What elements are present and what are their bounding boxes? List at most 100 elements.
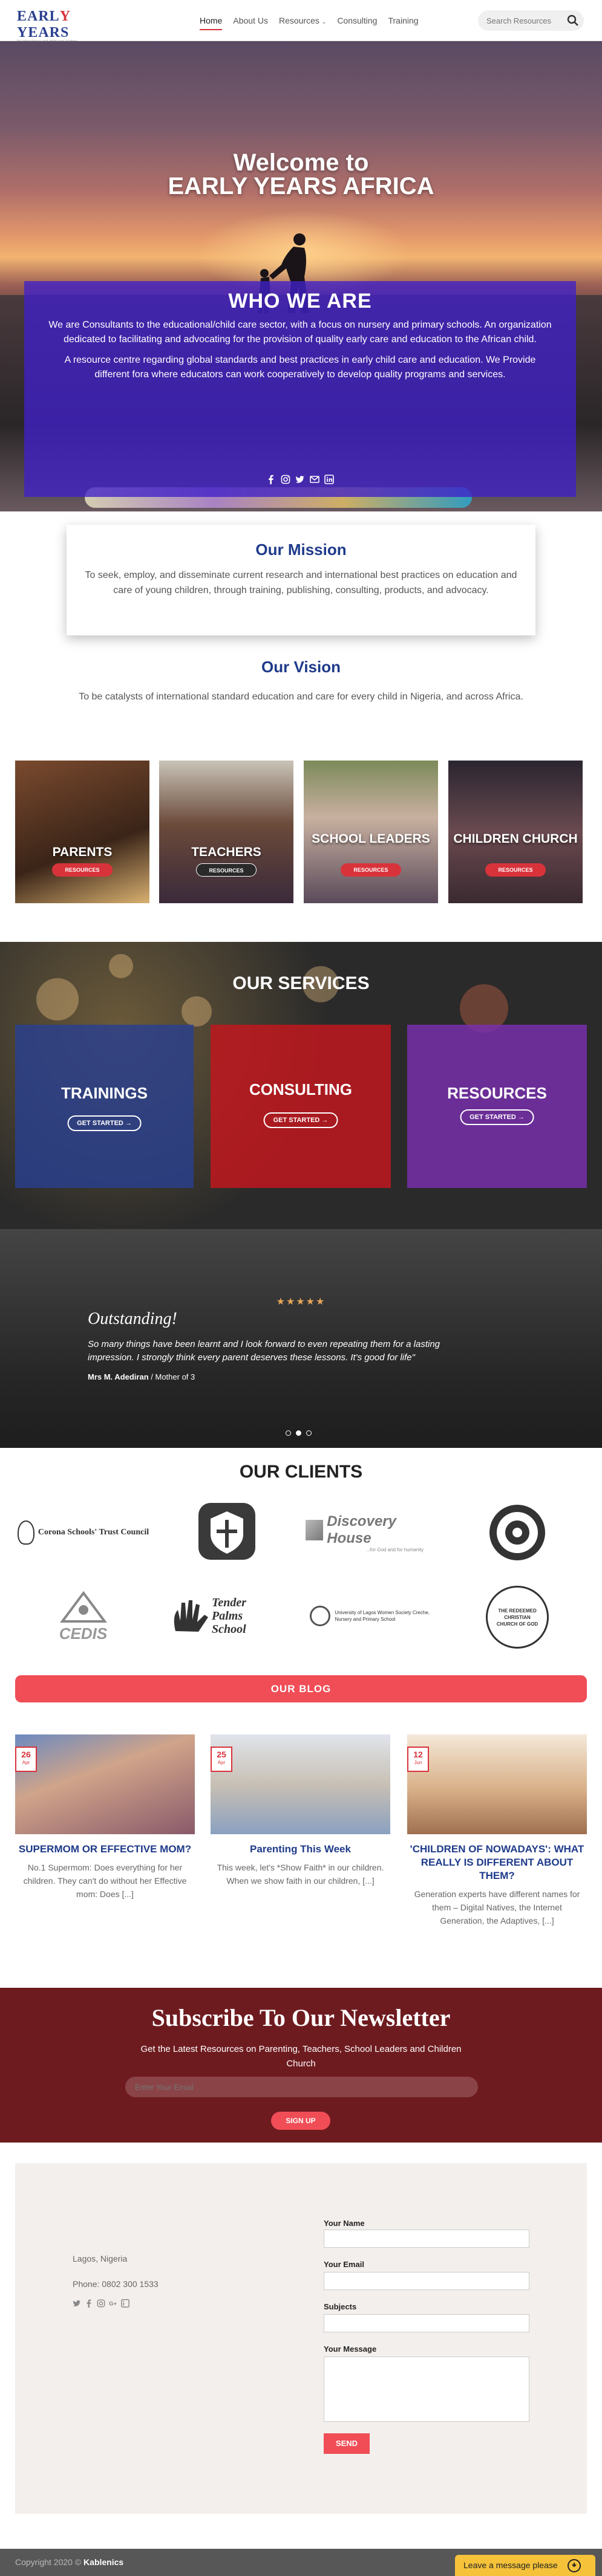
- subject-field[interactable]: [324, 2314, 529, 2332]
- audience-label: CHILDREN CHURCH: [453, 832, 578, 846]
- search-icon[interactable]: [566, 13, 580, 28]
- post-month: Jun: [414, 1760, 422, 1765]
- contact-section: Lagos, Nigeria Phone: 0802 300 1533 G+ Y…: [15, 2163, 587, 2514]
- who-we-are-paragraph-2: A resource centre regarding global stand…: [64, 355, 536, 380]
- subject-label: Subjects: [324, 2302, 357, 2311]
- testimonial-heading: Outstanding!: [88, 1309, 177, 1328]
- cedis-icon: [59, 1591, 107, 1623]
- client-name: THE REDEEMED CHRISTIAN CHURCH OF GOD: [496, 1608, 538, 1627]
- blog-post[interactable]: 12 Jun 'CHILDREN OF NOWADAYS': WHAT REALL…: [407, 1734, 587, 1927]
- post-excerpt: This week, let's *Show Faith* in our chi…: [217, 1863, 384, 1886]
- audience-card-children-church[interactable]: CHILDREN CHURCH RESOURCES: [448, 761, 583, 903]
- testimonial-slider: ★★★★★ Outstanding! So many things have b…: [0, 1229, 602, 1448]
- rccg-seal-icon: THE REDEEMED CHRISTIAN CHURCH OF GOD: [486, 1586, 549, 1649]
- who-we-are-panel: WHO WE ARE We are Consultants to the edu…: [24, 281, 576, 497]
- contact-address: Lagos, Nigeria: [73, 2254, 128, 2263]
- school-crest-icon: [198, 1503, 255, 1560]
- nav-about-us[interactable]: About Us: [233, 16, 268, 30]
- service-card-consulting[interactable]: CONSULTING GET STARTED →: [211, 1025, 391, 1188]
- linkedin-icon[interactable]: [121, 2299, 129, 2308]
- instagram-icon[interactable]: [281, 475, 290, 484]
- post-title[interactable]: 'CHILDREN OF NOWADAYS': WHAT REALLY IS D…: [407, 1843, 587, 1883]
- client-name: Discovery House: [327, 1513, 396, 1546]
- post-image[interactable]: 26 Apr: [15, 1734, 195, 1834]
- nav-consulting[interactable]: Consulting: [337, 16, 377, 30]
- main-nav: Home About Us Resources ⌄ Consulting Tra…: [200, 16, 419, 30]
- send-button[interactable]: SEND: [324, 2433, 370, 2454]
- site-logo[interactable]: EARLY YEARS for educational and child ca…: [17, 8, 108, 44]
- post-image[interactable]: 25 Apr: [211, 1734, 390, 1834]
- sign-up-button[interactable]: SIGN UP: [271, 2112, 330, 2130]
- nav-training[interactable]: Training: [388, 16, 418, 30]
- clients-title: OUR CLIENTS: [239, 1462, 363, 1482]
- google-plus-icon[interactable]: G+: [109, 2299, 117, 2308]
- audience-label: TEACHERS: [191, 845, 261, 859]
- get-started-button[interactable]: GET STARTED →: [263, 1112, 338, 1128]
- leave-message-label: Leave a message please: [463, 2560, 558, 2570]
- email-icon[interactable]: [310, 475, 319, 484]
- post-day: 26: [21, 1750, 31, 1759]
- slider-dot-active[interactable]: [296, 1430, 301, 1436]
- blog-post[interactable]: 25 Apr Parenting This Week This week, let…: [211, 1734, 390, 1887]
- post-month: Apr: [22, 1760, 30, 1765]
- twitter-icon[interactable]: [73, 2299, 81, 2308]
- newsletter-email-input[interactable]: [125, 2077, 478, 2097]
- client-name: CEDIS: [59, 1624, 108, 1643]
- client-logo-tender-palms: Tender Palms School: [166, 1590, 281, 1641]
- client-logo-seal: [484, 1502, 551, 1563]
- contact-social-links: G+: [73, 2299, 129, 2308]
- client-logo-corona: Corona Schools' Trust Council: [15, 1508, 151, 1557]
- message-field[interactable]: [324, 2357, 529, 2422]
- service-card-resources[interactable]: RESOURCES GET STARTED →: [407, 1025, 587, 1188]
- post-day: 25: [217, 1750, 226, 1759]
- author-name: Mrs M. Adediran: [88, 1372, 149, 1381]
- service-title: RESOURCES: [447, 1084, 547, 1102]
- audience-card-parents[interactable]: PARENTS RESOURCES: [15, 761, 149, 903]
- slider-dot[interactable]: [306, 1430, 312, 1436]
- nav-home[interactable]: Home: [200, 16, 223, 30]
- slider-dot[interactable]: [286, 1430, 291, 1436]
- blog-post[interactable]: 26 Apr SUPERMOM OR EFFECTIVE MOM? No.1 Su…: [15, 1734, 195, 1901]
- client-logo-rccg: THE REDEEMED CHRISTIAN CHURCH OF GOD: [484, 1584, 551, 1650]
- services-section: OUR SERVICES TRAININGS GET STARTED → CON…: [0, 942, 602, 1229]
- resources-button[interactable]: RESOURCES: [485, 863, 546, 877]
- twitter-icon[interactable]: [295, 475, 305, 484]
- post-title[interactable]: Parenting This Week: [211, 1843, 390, 1856]
- facebook-icon[interactable]: [266, 475, 276, 484]
- copyright: Copyright 2020 © Kablenics: [15, 2557, 123, 2567]
- blog-button[interactable]: OUR BLOG: [15, 1675, 587, 1702]
- client-logo-cedis: CEDIS: [42, 1581, 124, 1650]
- resources-button[interactable]: RESOURCES: [341, 863, 401, 877]
- unilag-emblem-icon: [309, 1606, 330, 1626]
- resources-button[interactable]: RESOURCES: [196, 863, 257, 877]
- post-image[interactable]: 12 Jun: [407, 1734, 587, 1834]
- service-title: TRAININGS: [61, 1084, 148, 1102]
- discovery-house-tagline: ...for God and for humanity: [366, 1546, 424, 1552]
- newsletter-subtitle: Get the Latest Resources on Parenting, T…: [140, 2044, 462, 2069]
- handprint-icon: [174, 1600, 208, 1632]
- instagram-icon[interactable]: [97, 2299, 105, 2308]
- post-title[interactable]: SUPERMOM OR EFFECTIVE MOM?: [15, 1843, 195, 1856]
- resources-button[interactable]: RESOURCES: [52, 863, 113, 877]
- audience-label: SCHOOL LEADERS: [312, 832, 430, 846]
- linkedin-icon[interactable]: [324, 475, 334, 484]
- audience-card-teachers[interactable]: TEACHERS RESOURCES: [159, 761, 293, 903]
- name-field[interactable]: [324, 2230, 529, 2248]
- who-we-are-paragraph-1: We are Consultants to the educational/ch…: [48, 320, 552, 345]
- vision-title: Our Vision: [261, 658, 341, 676]
- author-role: / Mother of 3: [148, 1372, 195, 1381]
- mission-title: Our Mission: [255, 540, 347, 559]
- service-card-trainings[interactable]: TRAININGS GET STARTED →: [15, 1025, 194, 1188]
- chat-icon[interactable]: [567, 2558, 581, 2573]
- mission-text: To seek, employ, and disseminate current…: [85, 570, 517, 595]
- who-we-are-title: WHO WE ARE: [228, 290, 372, 313]
- hero-subtitle: EARLY YEARS AFRICA: [168, 173, 434, 200]
- audience-card-school-leaders[interactable]: SCHOOL LEADERS RESOURCES: [304, 761, 438, 903]
- get-started-button[interactable]: GET STARTED →: [67, 1115, 142, 1131]
- get-started-button[interactable]: GET STARTED →: [460, 1109, 534, 1125]
- site-footer: Copyright 2020 © Kablenics Leave a messa…: [0, 2549, 602, 2576]
- facebook-icon[interactable]: [85, 2299, 93, 2308]
- client-name: Corona Schools' Trust Council: [38, 1528, 149, 1537]
- nav-resources[interactable]: Resources ⌄: [279, 16, 326, 30]
- email-field[interactable]: [324, 2272, 529, 2290]
